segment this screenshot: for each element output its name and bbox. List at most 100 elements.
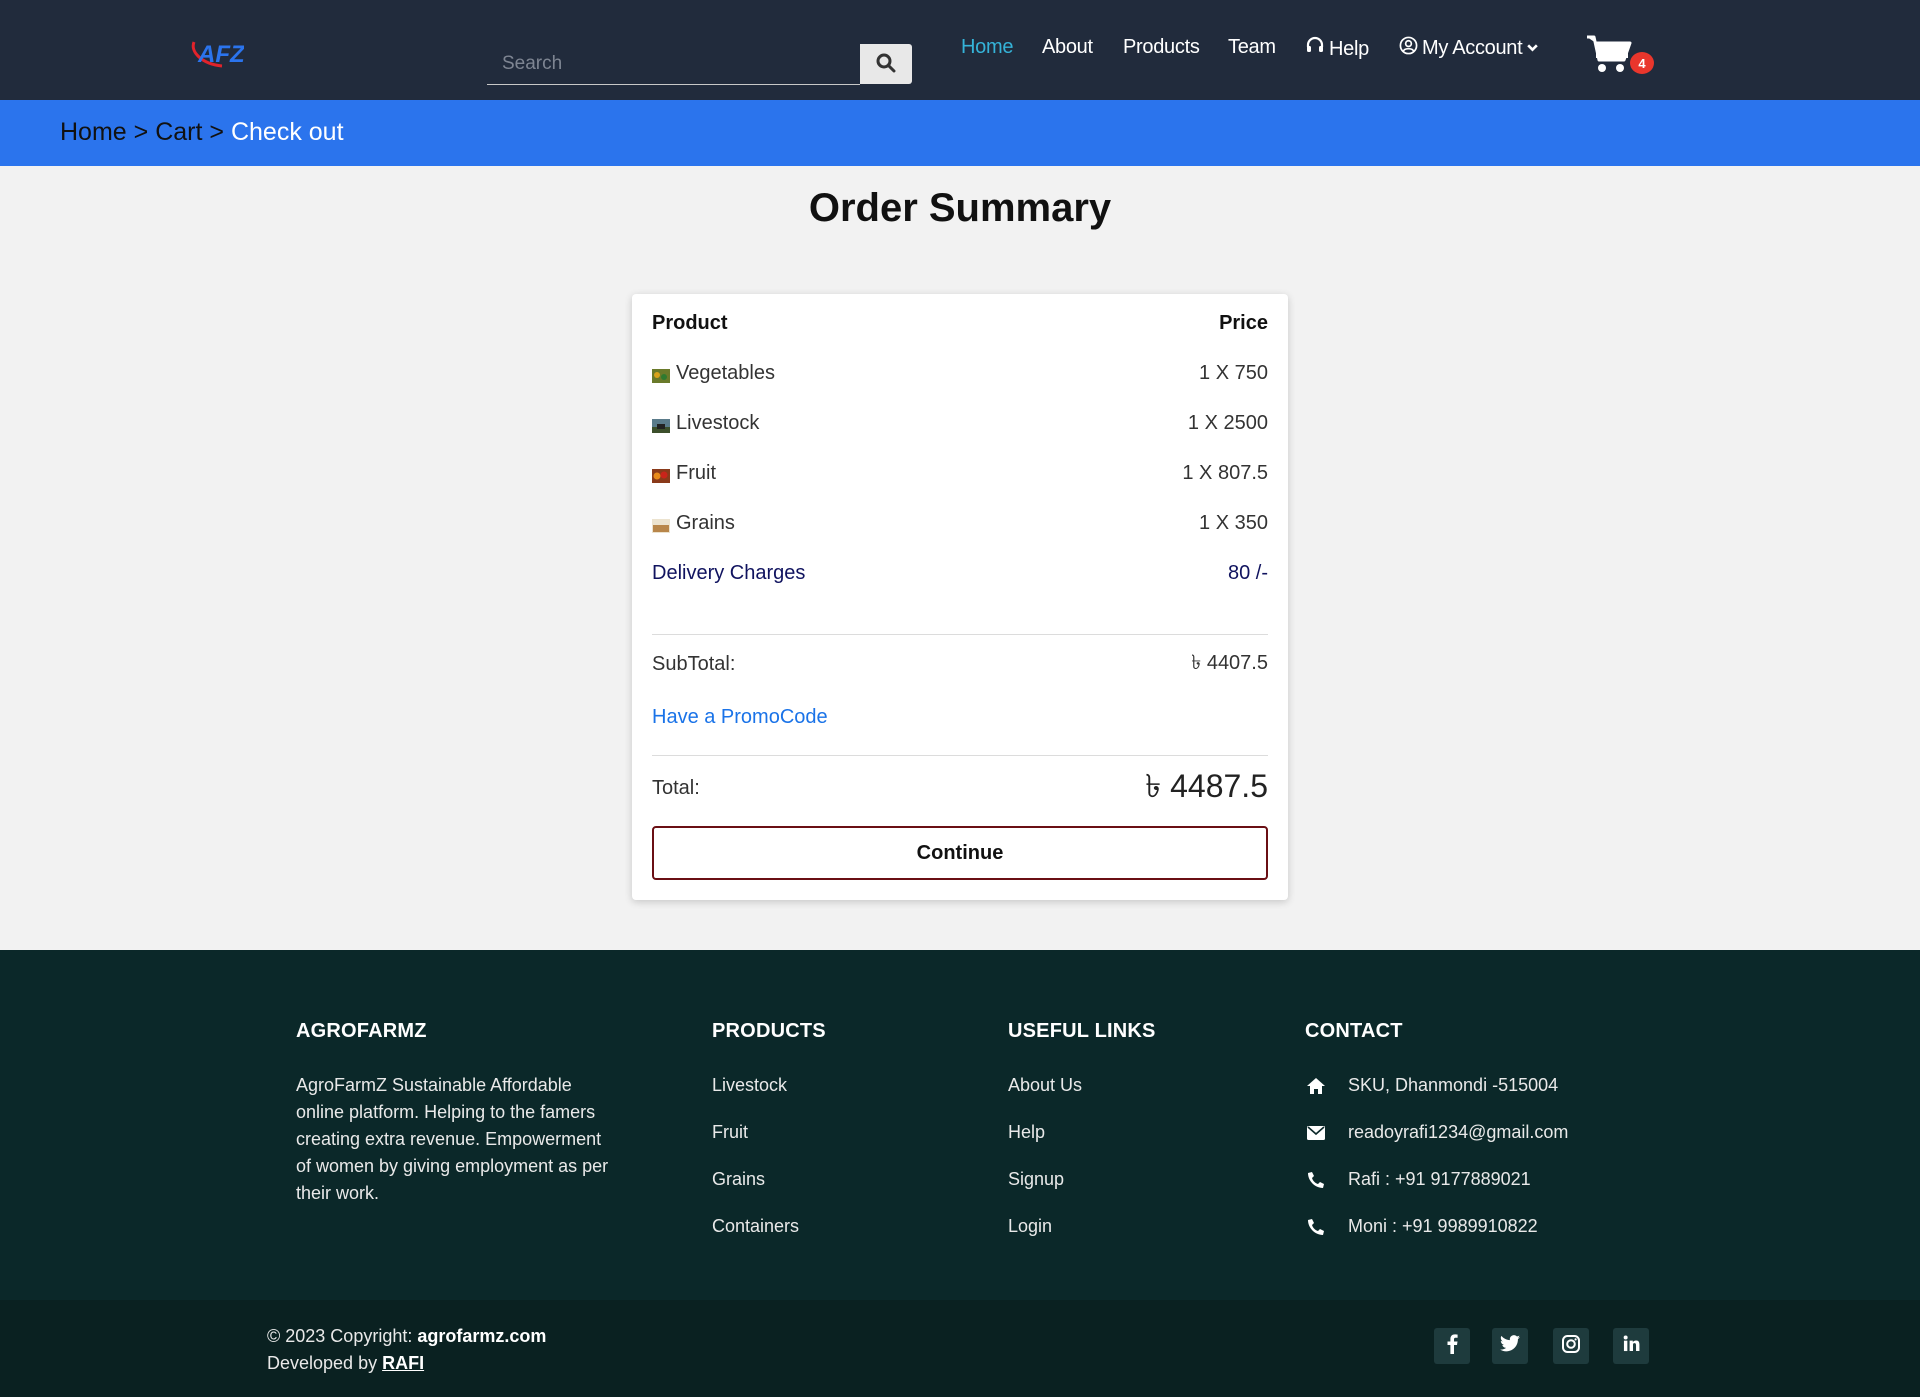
promo-code-link[interactable]: Have a PromoCode xyxy=(652,706,828,729)
developer-link[interactable]: RAFI xyxy=(382,1353,424,1373)
contact-address: SKU, Dhanmondi -515004 xyxy=(1305,1075,1558,1096)
divider xyxy=(652,755,1268,756)
breadcrumb: Home > Cart > Check out xyxy=(60,118,344,147)
contact-phone-moni-text: Moni : +91 9989910822 xyxy=(1348,1216,1538,1236)
twitter-icon xyxy=(1500,1335,1520,1357)
subtotal-row: SubTotal: ৳ 4407.5 xyxy=(652,649,1268,679)
footer-link-grains[interactable]: Grains xyxy=(712,1169,765,1190)
phone-icon xyxy=(1305,1217,1327,1237)
breadcrumb-cart[interactable]: Cart xyxy=(155,118,202,146)
breadcrumb-home[interactable]: Home xyxy=(60,118,127,146)
subtotal-label: SubTotal: xyxy=(652,652,736,675)
cart-count-badge: 4 xyxy=(1630,52,1654,74)
item-price: 1 X 807.5 xyxy=(1182,461,1268,484)
twitter-button[interactable] xyxy=(1492,1328,1528,1364)
total-value: ৳ 4487.5 xyxy=(1145,768,1268,804)
footer-products-title: PRODUCTS xyxy=(712,1020,826,1042)
contact-phone-rafi: Rafi : +91 9177889021 xyxy=(1305,1169,1531,1190)
nav-team-label: Team xyxy=(1228,36,1276,58)
grains-thumbnail xyxy=(652,516,670,533)
contact-email: readoyrafi1234@gmail.com xyxy=(1305,1122,1568,1143)
search-input[interactable] xyxy=(487,43,860,85)
item-name: Fruit xyxy=(676,461,716,484)
search-bar xyxy=(487,43,912,85)
shopping-cart-icon xyxy=(1586,35,1632,78)
nav-home[interactable]: Home xyxy=(961,36,1013,59)
order-summary-card: Product Price Vegetables 1 X 750 Livesto… xyxy=(632,294,1288,900)
headset-icon xyxy=(1305,36,1325,62)
site-logo[interactable]: AFZ xyxy=(188,32,246,78)
chevron-down-icon xyxy=(1526,37,1539,60)
total-row: Total: ৳ 4487.5 xyxy=(652,768,1268,808)
developed-by-prefix: Developed by xyxy=(267,1353,378,1373)
footer-link-help[interactable]: Help xyxy=(1008,1122,1045,1143)
item-price: 1 X 2500 xyxy=(1187,411,1268,434)
delivery-charges-label: Delivery Charges xyxy=(652,561,806,584)
facebook-button[interactable] xyxy=(1434,1328,1470,1364)
linkedin-icon xyxy=(1623,1335,1640,1357)
breadcrumb-separator: > xyxy=(133,118,149,146)
envelope-icon xyxy=(1305,1123,1327,1143)
item-name: Vegetables xyxy=(676,361,775,384)
home-icon xyxy=(1305,1076,1327,1096)
facebook-icon xyxy=(1446,1333,1458,1359)
divider xyxy=(652,634,1268,635)
fruit-thumbnail xyxy=(652,466,670,483)
user-circle-icon xyxy=(1399,36,1418,61)
delivery-charges-row: Delivery Charges 80 /- xyxy=(652,558,1268,588)
order-item-row: Livestock 1 X 2500 xyxy=(652,408,1268,438)
footer-link-login[interactable]: Login xyxy=(1008,1216,1052,1237)
svg-text:AFZ: AFZ xyxy=(197,41,244,68)
nav-my-account-label: My Account xyxy=(1422,37,1523,59)
livestock-thumbnail xyxy=(652,416,670,433)
contact-phone-moni: Moni : +91 9989910822 xyxy=(1305,1216,1538,1237)
order-item-row: Fruit 1 X 807.5 xyxy=(652,458,1268,488)
footer-link-containers[interactable]: Containers xyxy=(712,1216,799,1237)
delivery-charges-value: 80 /- xyxy=(1227,561,1268,584)
column-header-product: Product xyxy=(652,311,728,334)
total-label: Total: xyxy=(652,776,700,799)
nav-home-label: Home xyxy=(961,36,1014,58)
continue-button[interactable]: Continue xyxy=(652,826,1268,880)
column-header-price: Price xyxy=(1219,311,1268,334)
item-name: Livestock xyxy=(676,411,760,434)
linkedin-button[interactable] xyxy=(1613,1328,1649,1364)
nav-products-label: Products xyxy=(1123,36,1200,58)
footer-brand-title: AGROFARMZ xyxy=(296,1020,427,1042)
breadcrumb-separator: > xyxy=(209,118,224,146)
instagram-icon xyxy=(1562,1334,1580,1358)
nav-help-label: Help xyxy=(1329,37,1369,60)
item-price: 1 X 350 xyxy=(1199,511,1268,534)
search-icon xyxy=(876,53,896,76)
order-item-row: Vegetables 1 X 750 xyxy=(652,358,1268,388)
vegetables-thumbnail xyxy=(652,366,670,383)
footer-link-fruit[interactable]: Fruit xyxy=(712,1122,748,1143)
nav-about[interactable]: About xyxy=(1042,36,1093,59)
footer-brand-description: AgroFarmZ Sustainable Affordable online … xyxy=(296,1075,609,1203)
nav-my-account[interactable]: My Account xyxy=(1399,36,1539,61)
footer-links-title: USEFUL LINKS xyxy=(1008,1020,1156,1042)
footer-link-livestock[interactable]: Livestock xyxy=(712,1075,787,1096)
search-button[interactable] xyxy=(860,44,912,84)
phone-icon xyxy=(1305,1170,1327,1190)
nav-about-label: About xyxy=(1042,36,1093,58)
page-title: Order Summary xyxy=(808,186,1112,230)
footer-link-signup[interactable]: Signup xyxy=(1008,1169,1064,1190)
contact-phone-rafi-text: Rafi : +91 9177889021 xyxy=(1348,1169,1531,1189)
breadcrumb-current: Check out xyxy=(230,118,344,146)
nav-help[interactable]: Help xyxy=(1305,36,1369,62)
subtotal-value: ৳ 4407.5 xyxy=(1191,651,1268,674)
copyright-site-link[interactable]: agrofarmz.com xyxy=(417,1326,546,1346)
copyright: © 2023 Copyright: agrofarmz.com Develope… xyxy=(267,1323,546,1377)
instagram-button[interactable] xyxy=(1553,1328,1589,1364)
contact-email-text[interactable]: readoyrafi1234@gmail.com xyxy=(1348,1122,1568,1143)
order-item-row: Grains 1 X 350 xyxy=(652,508,1268,538)
item-name: Grains xyxy=(676,511,735,534)
nav-team[interactable]: Team xyxy=(1228,36,1276,59)
item-price: 1 X 750 xyxy=(1199,361,1268,384)
contact-address-text: SKU, Dhanmondi -515004 xyxy=(1348,1075,1559,1095)
footer-link-about-us[interactable]: About Us xyxy=(1008,1075,1082,1096)
footer-contact-title: CONTACT xyxy=(1305,1020,1403,1042)
summary-header-row: Product Price xyxy=(652,308,1268,338)
nav-products[interactable]: Products xyxy=(1123,36,1200,59)
